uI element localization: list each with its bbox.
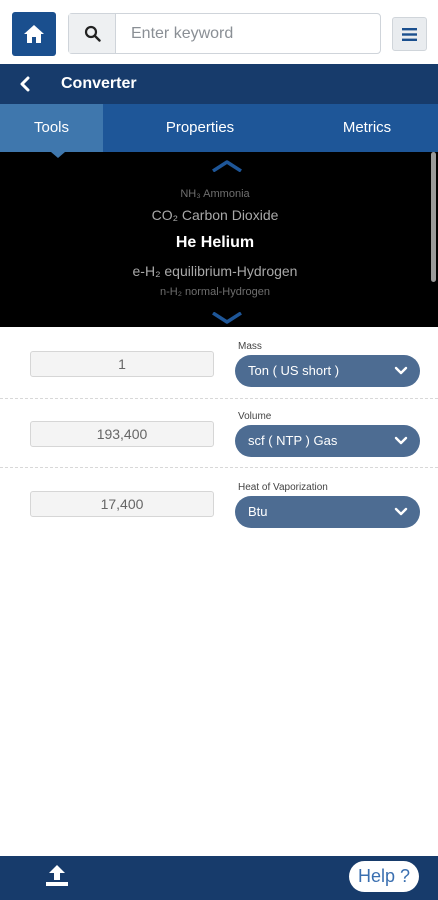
row-label-heat-of-vaporization: Heat of Vaporization [238, 482, 328, 493]
active-tab-pointer [51, 152, 65, 158]
row-label-mass: Mass [238, 341, 262, 352]
tab-tools[interactable]: Tools [0, 104, 103, 152]
search-button[interactable] [69, 14, 116, 53]
chevron-down-icon [394, 507, 408, 516]
back-button[interactable] [12, 72, 36, 96]
top-bar [0, 0, 438, 64]
value-field-heat-of-vaporization[interactable]: 17,400 [30, 491, 214, 517]
chevron-down-icon[interactable] [211, 312, 243, 324]
upload-icon [46, 865, 68, 886]
unit-select-volume[interactable]: scf ( NTP ) Gas [235, 425, 420, 457]
scrollbar[interactable] [431, 152, 436, 282]
unit-select-mass[interactable]: Ton ( US short ) [235, 355, 420, 387]
picker-item[interactable]: e-H₂ equilibrium-Hydrogen [0, 263, 430, 279]
menu-button[interactable] [392, 17, 427, 51]
value-field-mass[interactable]: 1 [30, 351, 214, 377]
footer-bar: Help ? [0, 856, 438, 900]
picker-item[interactable]: NH₃ Ammonia [0, 188, 430, 200]
home-icon [24, 25, 44, 43]
page-title: Converter [61, 75, 137, 92]
tab-bar: Tools Properties Metrics [0, 104, 438, 152]
row-label-volume: Volume [238, 411, 272, 422]
unit-select-value: Ton ( US short ) [248, 363, 340, 378]
chevron-down-icon [394, 436, 408, 445]
search-box [68, 13, 381, 54]
tab-metrics[interactable]: Metrics [327, 104, 407, 152]
value-field-volume[interactable]: 193,400 [30, 421, 214, 447]
row-divider [0, 467, 438, 468]
picker-item-selected[interactable]: He Helium [0, 234, 430, 252]
hamburger-menu-icon [402, 27, 417, 41]
back-chevron-icon [20, 76, 29, 92]
unit-select-value: scf ( NTP ) Gas [248, 433, 338, 448]
picker-item[interactable]: n-H₂ normal-Hydrogen [0, 286, 430, 298]
share-button[interactable] [44, 862, 70, 890]
substance-picker[interactable]: NH₃ Ammonia CO₂ Carbon Dioxide He Helium… [0, 152, 438, 327]
unit-select-value: Btu [248, 504, 268, 519]
search-input[interactable] [117, 14, 379, 53]
picker-item[interactable]: CO₂ Carbon Dioxide [0, 207, 430, 223]
search-icon [84, 25, 101, 42]
chevron-down-icon [394, 366, 408, 375]
chevron-up-icon[interactable] [211, 160, 243, 172]
home-button[interactable] [12, 12, 56, 56]
tab-properties[interactable]: Properties [149, 104, 251, 152]
page-header: Converter [0, 64, 438, 104]
row-divider [0, 398, 438, 399]
conversion-row-heat-of-vaporization: 17,400 Heat of Vaporization Btu [0, 479, 438, 549]
help-button[interactable]: Help ? [349, 861, 419, 892]
unit-select-heat-of-vaporization[interactable]: Btu [235, 496, 420, 528]
